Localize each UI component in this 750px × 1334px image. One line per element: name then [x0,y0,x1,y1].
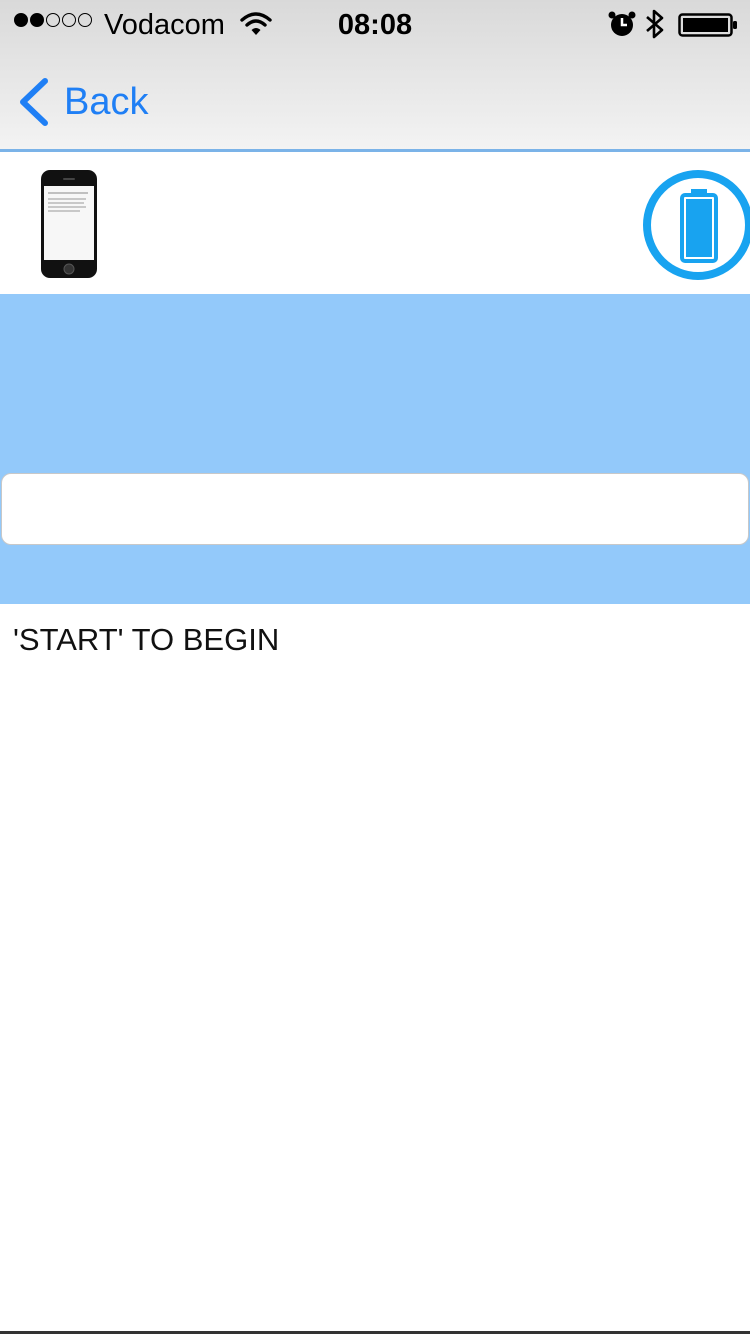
chevron-left-icon [20,78,48,126]
back-button-label: Back [64,80,149,123]
alarm-icon [608,11,636,36]
battery-icon[interactable] [642,169,750,281]
back-button[interactable]: Back [14,76,148,128]
status-time: 08:08 [337,9,413,41]
status-bar: Vodacom 08:08 [0,0,750,50]
navigation-header: Vodacom 08:08 Back [0,0,750,152]
iphone-icon [41,170,97,278]
text-input[interactable] [1,473,749,545]
bluetooth-icon [646,9,664,39]
input-panel [0,294,750,604]
battery-level-icon [678,13,737,37]
device-row [0,155,750,294]
instruction-text: 'START' TO BEGIN [13,622,280,657]
